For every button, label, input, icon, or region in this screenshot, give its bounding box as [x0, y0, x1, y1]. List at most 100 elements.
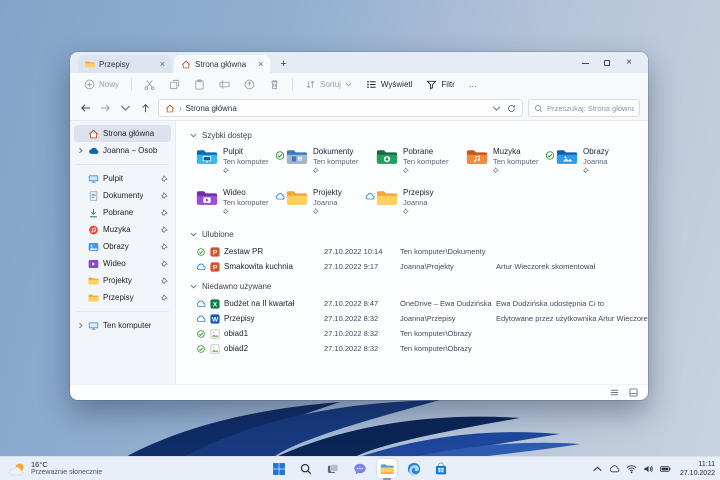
chevron-down-icon	[120, 103, 131, 113]
start-button[interactable]	[269, 459, 289, 478]
task-view-button[interactable]	[323, 459, 343, 478]
sidebar-item-muzyka[interactable]: Muzyka	[74, 221, 171, 238]
section-quick-access[interactable]: Szybki dostęp	[190, 128, 642, 142]
refresh-icon[interactable]	[507, 104, 516, 113]
minimize-button[interactable]	[574, 55, 596, 71]
search-button[interactable]	[296, 459, 316, 478]
more-button[interactable]: …	[463, 78, 483, 91]
close-button[interactable]: ×	[618, 55, 640, 71]
widgets-button[interactable]: 16°C Przeważnie słonecznie	[5, 459, 106, 479]
search-task-icon	[299, 462, 313, 476]
view-icon	[366, 79, 377, 90]
svg-text:W: W	[212, 316, 219, 323]
cut-button[interactable]	[138, 77, 161, 92]
home-icon	[165, 104, 175, 113]
new-button[interactable]: Nowy	[78, 77, 125, 92]
pin-icon	[223, 167, 229, 173]
taskbar-clock[interactable]: 11:11 27.10.2022	[677, 460, 715, 478]
tile-przepisy[interactable]: Przepisy Joanna	[376, 188, 466, 220]
image-file-icon	[210, 329, 220, 339]
details-view-icon	[610, 388, 619, 397]
tray-show-hidden[interactable]	[592, 464, 603, 474]
copy-button[interactable]	[163, 77, 186, 92]
view-button[interactable]: Wyświetl	[360, 77, 418, 92]
search-input[interactable]	[547, 104, 634, 113]
sidebar-item-przepisy[interactable]: Przepisy	[74, 289, 171, 306]
sidebar-item-strona-glowna[interactable]: Strona główna	[74, 125, 171, 142]
address-bar: Strona główna	[70, 96, 648, 120]
tray-onedrive[interactable]	[609, 464, 620, 474]
sidebar-item-obrazy[interactable]: Obrazy	[74, 238, 171, 255]
rename-button[interactable]	[213, 77, 236, 92]
tile-dokumenty[interactable]: Dokumenty Ten komputer	[286, 147, 376, 179]
tile-wideo[interactable]: Wideo Ten komputer	[196, 188, 286, 220]
maximize-button[interactable]	[596, 55, 618, 71]
edge-button[interactable]	[404, 459, 424, 478]
breadcrumb[interactable]: Strona główna	[158, 99, 523, 117]
tab-close-icon[interactable]: ×	[250, 60, 263, 69]
sync-check-icon	[196, 248, 206, 256]
chevron-right-icon	[77, 147, 84, 154]
file-row[interactable]: P Zestaw PR 27.10.2022 10:14 Ten kompute…	[196, 244, 642, 259]
details-view-button[interactable]	[610, 388, 619, 397]
paste-icon	[194, 79, 205, 90]
sync-cloud-icon	[365, 192, 375, 201]
search-box[interactable]	[528, 99, 640, 117]
powerpoint-icon: P	[210, 247, 220, 257]
file-row[interactable]: P Smakowita kuchnia 27.10.2022 9:17 Joan…	[196, 259, 642, 274]
desktop: Przepisy × Strona główna × + × Nowy	[0, 0, 720, 480]
sidebar-item-ten-komputer[interactable]: Ten komputer	[74, 317, 171, 334]
folder-small-icon	[85, 60, 95, 69]
tray-wifi[interactable]	[626, 464, 637, 474]
back-button[interactable]	[78, 101, 93, 116]
sync-cloud-icon	[275, 192, 285, 201]
pin-icon	[493, 167, 499, 173]
tab-strona-glowna[interactable]: Strona główna ×	[174, 55, 270, 73]
sidebar-item-projekty[interactable]: Projekty	[74, 272, 171, 289]
file-row[interactable]: W Przepisy 27.10.2022 8:32 Joanna\Przepi…	[196, 311, 642, 326]
file-row[interactable]: obiad1 27.10.2022 8:32 Ten komputer\Obra…	[196, 326, 642, 341]
sidebar-item-dokumenty[interactable]: Dokumenty	[74, 187, 171, 204]
breadcrumb-item[interactable]: Strona główna	[186, 104, 237, 113]
forward-button[interactable]	[98, 101, 113, 116]
section-favorites[interactable]: Ulubione	[190, 227, 642, 241]
tray-battery[interactable]	[660, 464, 671, 474]
file-row[interactable]: obiad2 27.10.2022 8:32 Ten komputer\Obra…	[196, 341, 642, 356]
folder-icon	[376, 189, 398, 207]
weather-desc: Przeważnie słonecznie	[31, 469, 102, 477]
tray-volume[interactable]	[643, 464, 654, 474]
tile-projekty[interactable]: Projekty Joanna	[286, 188, 376, 220]
sidebar-item-pulpit[interactable]: Pulpit	[74, 170, 171, 187]
share-button[interactable]	[238, 77, 261, 92]
tab-przepisy[interactable]: Przepisy ×	[78, 55, 172, 73]
tile-obrazy[interactable]: Obrazy Joanna	[556, 147, 646, 179]
download-icon	[88, 208, 99, 218]
filter-button[interactable]: Filtr	[420, 77, 460, 92]
tile-pobrane[interactable]: Pobrane Ten komputer	[376, 147, 466, 179]
content-pane: Szybki dostęp Pulpit Ten komputer Dokume…	[176, 121, 648, 384]
new-tab-button[interactable]: +	[280, 59, 286, 70]
up-button[interactable]	[138, 101, 153, 116]
chat-button[interactable]	[350, 459, 370, 478]
chevron-down-icon[interactable]	[492, 104, 501, 113]
sidebar-item-joanna-osobiste[interactable]: Joanna – Osobiste	[74, 142, 171, 159]
sidebar-item-pobrane[interactable]: Pobrane	[74, 204, 171, 221]
delete-button[interactable]	[263, 77, 286, 92]
tile-pulpit[interactable]: Pulpit Ten komputer	[196, 147, 286, 179]
large-icons-view-button[interactable]	[629, 388, 638, 397]
store-button[interactable]	[431, 459, 451, 478]
recent-locations-button[interactable]	[118, 101, 133, 116]
pin-icon	[161, 226, 168, 233]
status-bar	[70, 384, 648, 400]
sidebar-item-wideo[interactable]: Wideo	[74, 255, 171, 272]
document-icon	[88, 191, 99, 201]
large-icons-view-icon	[629, 388, 638, 397]
tab-close-icon[interactable]: ×	[152, 60, 165, 69]
file-explorer-button[interactable]	[377, 459, 397, 478]
file-row[interactable]: X Budżet na II kwartał 27.10.2022 8:47 O…	[196, 296, 642, 311]
tile-muzyka[interactable]: Muzyka Ten komputer	[466, 147, 556, 179]
paste-button[interactable]	[188, 77, 211, 92]
delete-icon	[269, 79, 280, 90]
sort-button[interactable]: Sortuj	[299, 77, 358, 92]
section-recent[interactable]: Niedawno używane	[190, 279, 642, 293]
